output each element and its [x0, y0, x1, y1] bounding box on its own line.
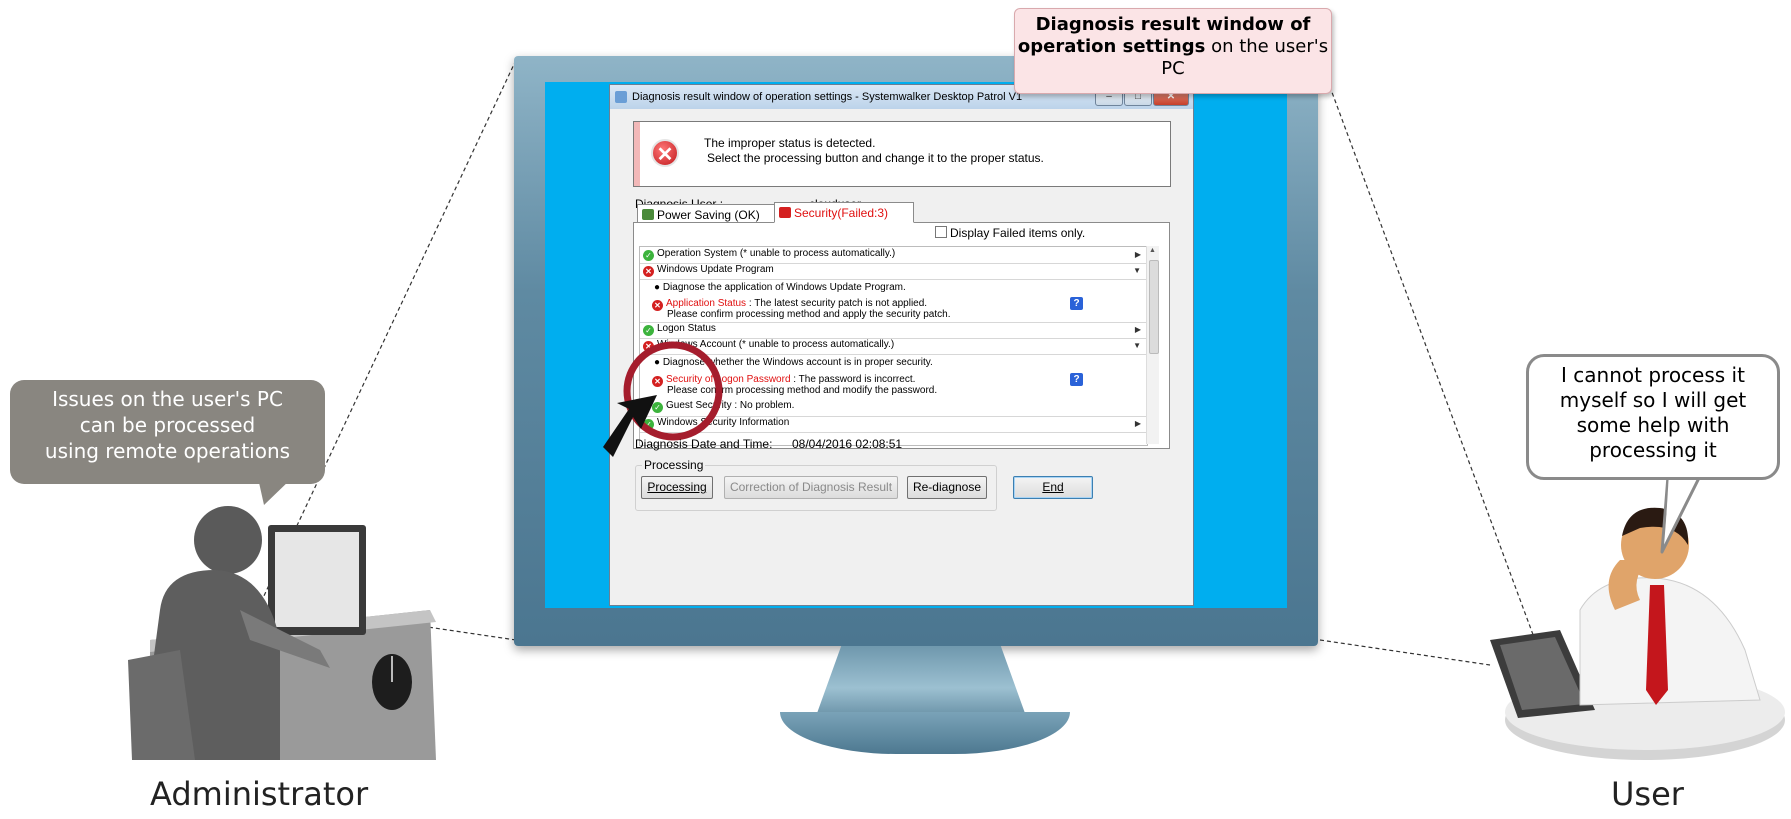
message-line-2: Select the processing button and change … — [707, 151, 1044, 165]
window-callout: Diagnosis result window of operation set… — [1014, 8, 1332, 94]
list-item: ● Diagnose the application of Windows Up… — [654, 282, 906, 293]
tab-power-saving[interactable]: Power Saving (OK) — [637, 204, 775, 223]
tab-security[interactable]: Security(Failed:3) — [774, 202, 914, 223]
bubble-line: some help with — [1576, 413, 1730, 437]
processing-button[interactable]: Processing — [641, 476, 713, 499]
monitor-ok-icon — [642, 209, 654, 220]
scroll-up-icon[interactable]: ▲ — [1149, 247, 1156, 254]
list-item[interactable]: ✕ Windows Update Program ▼ — [640, 264, 1147, 280]
administrator-caption: Administrator — [150, 775, 369, 813]
diagnosis-date-label: Diagnosis Date and Time: — [635, 437, 773, 451]
user-figure — [1490, 507, 1785, 760]
list-item: Please confirm processing method and app… — [667, 309, 951, 320]
error-icon: ✕ — [652, 300, 663, 311]
diagnosis-result-window: Diagnosis result window of operation set… — [603, 84, 1194, 606]
collapse-arrow-icon[interactable]: ▼ — [1133, 341, 1141, 350]
administrator-speech-bubble: Issues on the user's PC can be processed… — [10, 380, 325, 484]
expand-arrow-icon[interactable]: ▶ — [1135, 250, 1141, 259]
checkbox-icon[interactable] — [935, 226, 947, 238]
correction-button[interactable]: Correction of Diagnosis Result — [724, 476, 898, 499]
message-line-1: The improper status is detected. — [704, 136, 876, 150]
security-failed-icon — [779, 207, 791, 218]
list-item[interactable]: ✓ Operation System (* unable to process a… — [640, 248, 1147, 264]
display-failed-only-checkbox[interactable]: Display Failed items only. — [935, 226, 1085, 240]
bubble-line: using remote operations — [44, 439, 291, 463]
monitor-stand-neck — [816, 646, 1026, 716]
user-speech-bubble: I cannot process it myself so I will get… — [1526, 354, 1780, 480]
user-caption: User — [1611, 775, 1684, 813]
list-scrollbar[interactable]: ▲ — [1146, 246, 1159, 444]
expand-arrow-icon[interactable]: ▶ — [1135, 325, 1141, 334]
bubble-line: processing it — [1589, 438, 1717, 462]
bubble-line: myself so I will get — [1559, 388, 1747, 412]
collapse-arrow-icon[interactable]: ▼ — [1133, 266, 1141, 275]
processing-group-label: Processing — [642, 458, 706, 472]
expand-arrow-icon[interactable]: ▶ — [1135, 419, 1141, 428]
app-icon — [615, 91, 627, 103]
list-item: Please confirm processing method and mod… — [667, 385, 938, 396]
diagnosis-date-value: 08/04/2016 02:08:51 — [792, 437, 903, 451]
error-icon: ✕ — [651, 139, 679, 167]
administrator-figure — [128, 506, 436, 760]
bubble-line: I cannot process it — [1561, 363, 1745, 387]
ok-icon: ✓ — [643, 250, 654, 261]
status-message-box: ✕ The improper status is detected. Selec… — [633, 121, 1171, 187]
bubble-line: can be processed — [79, 413, 256, 437]
error-icon: ✕ — [643, 266, 654, 277]
end-button[interactable]: End — [1013, 476, 1093, 499]
scrollbar-thumb[interactable] — [1149, 260, 1159, 354]
bubble-line: Issues on the user's PC — [52, 387, 283, 411]
rediagnose-button[interactable]: Re-diagnose — [907, 476, 987, 499]
help-icon[interactable]: ? — [1070, 373, 1083, 386]
help-icon[interactable]: ? — [1070, 297, 1083, 310]
